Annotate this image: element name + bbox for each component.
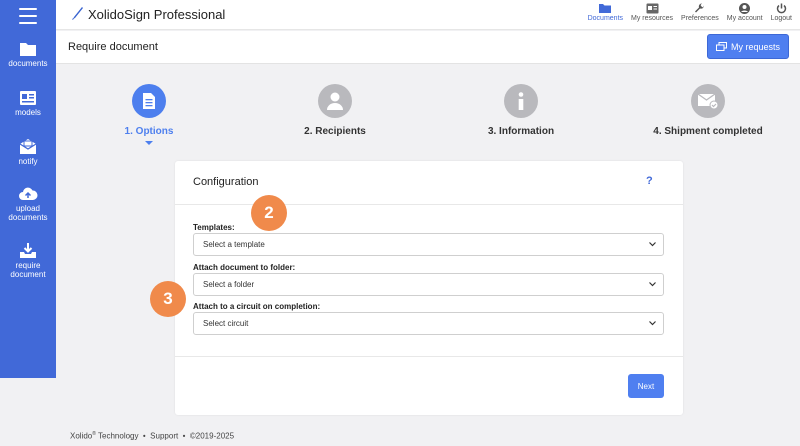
nav-documents[interactable]: Documents: [588, 3, 623, 22]
nav-label: Documents: [587, 15, 624, 22]
chevron-down-icon: [649, 321, 656, 326]
step-shipment-completed[interactable]: 4. Shipment completed: [638, 84, 778, 137]
pen-logo-icon: [72, 7, 83, 20]
user-icon: [327, 92, 343, 110]
step-badge-2: 2: [251, 195, 287, 231]
chevron-down-icon: [649, 282, 656, 287]
document-icon: [143, 93, 155, 109]
nav-my-account[interactable]: My account: [727, 3, 763, 22]
page-title: Require document: [68, 41, 158, 53]
folder-icon: [599, 4, 612, 13]
sidebar-item-models[interactable]: models: [0, 90, 56, 117]
wrench-icon: [695, 3, 705, 13]
tray-download-icon: [20, 243, 36, 258]
id-card-icon: [20, 91, 36, 105]
sidebar-item-label: require document: [10, 261, 46, 279]
next-button[interactable]: Next: [628, 374, 664, 398]
hamburger-menu-icon[interactable]: [19, 8, 37, 24]
circuit-select[interactable]: Select circuit: [193, 312, 664, 335]
sidebar-item-label: notify: [18, 157, 38, 166]
page-header: Require document My requests: [56, 31, 800, 64]
my-requests-button[interactable]: My requests: [707, 34, 789, 59]
templates-select[interactable]: Select a template: [193, 233, 664, 256]
user-icon: [739, 3, 751, 14]
step-caret-icon: [145, 141, 153, 145]
card-title: Configuration: [193, 176, 259, 188]
step-label: 1. Options: [124, 126, 174, 137]
sidebar-item-label: upload documents: [8, 204, 48, 222]
templates-label: Templates:: [193, 223, 235, 232]
nav-label: My resources: [631, 15, 674, 22]
nav-my-resources[interactable]: My resources: [631, 3, 673, 22]
step-circle: [318, 84, 352, 118]
footer-links[interactable]: Technology • Support • ©2019-2025: [96, 432, 234, 441]
folder-icon: [20, 43, 36, 56]
nav-preferences[interactable]: Preferences: [681, 3, 719, 22]
footer: Xolido® Technology • Support • ©2019-202…: [70, 431, 234, 441]
step-options[interactable]: 1. Options: [99, 84, 199, 145]
envelope-icon: [19, 139, 37, 154]
step-label: 4. Shipment completed: [653, 126, 763, 137]
circuit-select-value: Select circuit: [203, 319, 249, 328]
step-circle: [691, 84, 725, 118]
step-label: 2. Recipients: [304, 126, 366, 137]
configuration-card: Configuration ? Templates: Select a temp…: [175, 161, 683, 415]
sidebar-item-label: models: [15, 108, 41, 117]
step-recipients[interactable]: 2. Recipients: [285, 84, 385, 137]
nav-logout[interactable]: Logout: [771, 3, 792, 22]
sidebar-item-label: documents: [8, 59, 48, 68]
nav-label: My account: [726, 15, 763, 22]
sidebar-item-notify[interactable]: notify: [0, 138, 56, 166]
step-badge-3: 3: [150, 281, 186, 317]
footer-company[interactable]: Xolido: [70, 432, 92, 441]
my-requests-label: My requests: [730, 41, 781, 52]
step-label: 3. Information: [487, 126, 555, 137]
info-icon: [518, 92, 524, 110]
folder-label: Attach document to folder:: [193, 263, 296, 272]
windows-icon: [715, 42, 727, 51]
folder-select[interactable]: Select a folder: [193, 273, 664, 296]
divider: [175, 204, 683, 205]
step-information[interactable]: 3. Information: [471, 84, 571, 137]
help-button[interactable]: ?: [646, 175, 653, 187]
nav-label: Logout: [770, 15, 792, 22]
sidebar-item-upload-documents[interactable]: upload documents: [0, 186, 56, 222]
templates-select-value: Select a template: [203, 240, 265, 249]
divider: [175, 356, 683, 357]
envelope-check-icon: [697, 93, 719, 110]
step-circle: [504, 84, 538, 118]
sidebar-item-require-document[interactable]: require document: [0, 242, 56, 279]
brand[interactable]: XolidoSign Professional: [70, 6, 225, 22]
top-bar: XolidoSign Professional Documents My res…: [56, 0, 800, 30]
cloud-upload-icon: [19, 187, 38, 200]
app-title: XolidoSign Professional: [88, 6, 226, 22]
folder-select-value: Select a folder: [203, 280, 255, 289]
power-icon: [776, 3, 787, 14]
id-card-icon: [646, 3, 659, 14]
circuit-label: Attach to a circuit on completion:: [193, 302, 321, 311]
sidebar-item-documents[interactable]: documents: [0, 41, 56, 68]
chevron-down-icon: [649, 242, 656, 247]
step-circle: [132, 84, 166, 118]
sidebar: documents models notify upload documents…: [0, 0, 56, 378]
nav-label: Preferences: [681, 15, 719, 22]
top-navigation: Documents My resources Preferences My ac…: [580, 3, 792, 22]
